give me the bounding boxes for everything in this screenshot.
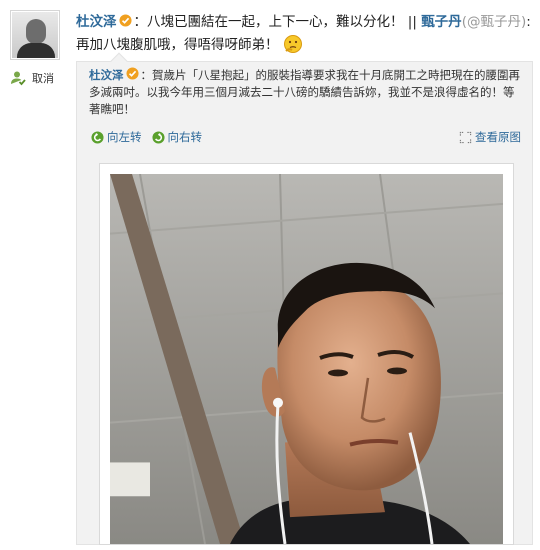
rotate-right-icon — [151, 130, 165, 144]
repost-body: ：賀歲片「八星抱起」的服裝指導要求我在十月底開工之時把現在的腰圍再多減兩吋。以我… — [89, 68, 520, 116]
rotate-left-button[interactable]: 向左转 — [91, 129, 142, 145]
author-avatar[interactable] — [10, 10, 60, 60]
repost-text: 杜汶泽 ：賀歲片「八星抱起」的服裝指導要求我在十月底開工之時把現在的腰圍再多減兩吋… — [89, 67, 525, 118]
rotate-left-label: 向左转 — [107, 130, 142, 144]
post-text: 杜汶泽 ：八塊已團結在一起，上下一心，難以分化！ || 甄子丹(@甄子丹): 再加… — [76, 11, 532, 57]
unfollow-button[interactable]: 取消 — [10, 70, 54, 86]
verified-badge-icon — [125, 67, 139, 80]
repost-box: 杜汶泽 ：賀歲片「八星抱起」的服裝指導要求我在十月底開工之時把現在的腰圍再多減兩吋… — [76, 52, 533, 545]
selfie-photo[interactable] — [110, 174, 503, 544]
rotate-right-button[interactable]: 向右转 — [151, 129, 203, 145]
image-toolbar: 向左转 向右转 查看原图 — [91, 128, 521, 146]
selfie-image — [110, 174, 503, 544]
repost-author-link[interactable]: 杜汶泽 — [89, 68, 124, 82]
view-original-label: 查看原图 — [475, 130, 521, 144]
rotate-left-icon — [91, 130, 104, 144]
thinking-emoji-icon — [283, 35, 302, 53]
mention-link[interactable]: 甄子丹 — [421, 14, 462, 30]
author-name-link[interactable]: 杜汶泽 — [76, 14, 117, 30]
repost-separator: || — [403, 14, 417, 30]
expand-icon — [459, 131, 472, 143]
mention-handle: (@甄子丹) — [461, 14, 527, 30]
avatar-photo — [12, 12, 58, 58]
user-check-icon — [11, 71, 26, 86]
view-original-button[interactable]: 查看原图 — [459, 129, 521, 145]
rotate-right-label: 向右转 — [167, 130, 203, 144]
post-body: ：八塊已團結在一起，上下一心，難以分化！ — [133, 14, 404, 30]
verified-badge-icon — [118, 14, 132, 27]
unfollow-label: 取消 — [32, 72, 54, 85]
photo-frame — [99, 163, 514, 545]
